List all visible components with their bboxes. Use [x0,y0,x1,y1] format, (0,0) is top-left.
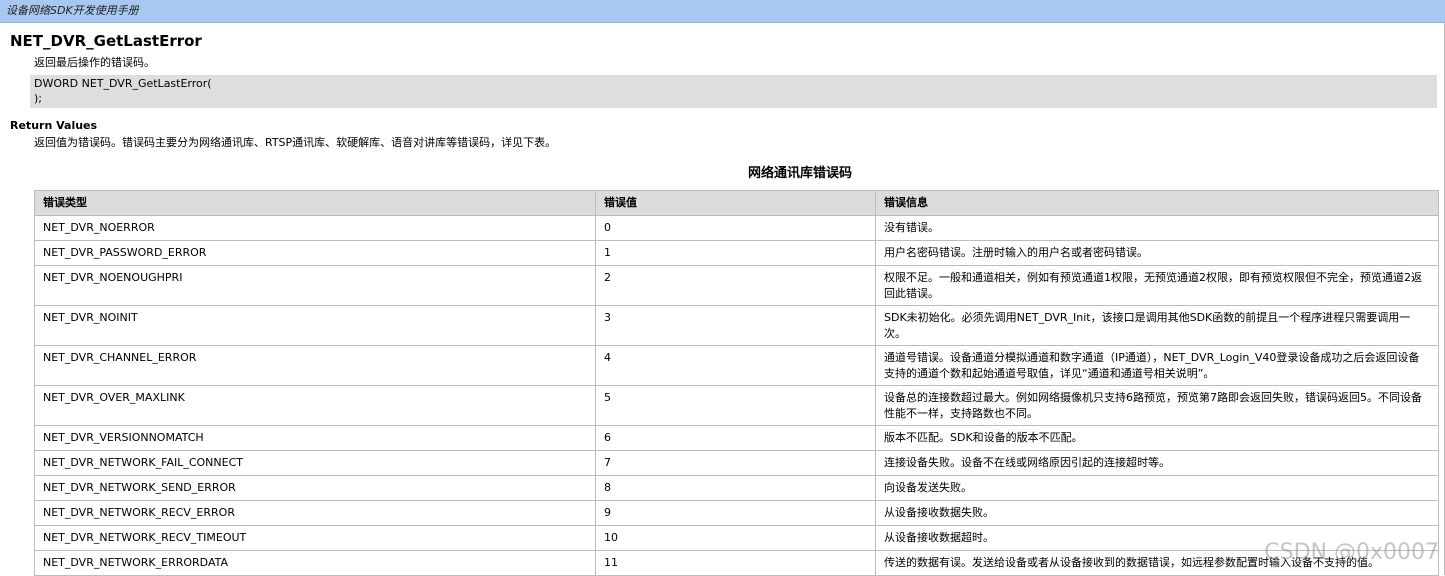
error-type-cell: NET_DVR_VERSIONNOMATCH [34,425,596,451]
error-info-cell: 用户名密码错误。注册时输入的用户名或者密码错误。 [875,240,1439,266]
table-row: NET_DVR_NOENOUGHPRI 2 权限不足。一般和通道相关，例如有预览… [34,265,1439,306]
error-info-cell: SDK未初始化。必须先调用NET_DVR_Init，该接口是调用其他SDK函数的… [875,305,1439,346]
error-info-cell: 没有错误。 [875,215,1439,241]
error-info-cell: 从设备接收数据失败。 [875,500,1439,526]
error-value-cell: 6 [595,425,876,451]
error-value-cell: 10 [595,525,876,551]
column-header-type: 错误类型 [34,190,596,216]
error-type-cell: NET_DVR_NOINIT [34,305,596,346]
table-row: NET_DVR_NETWORK_FAIL_CONNECT 7 连接设备失败。设备… [34,450,1439,476]
error-value-cell: 0 [595,215,876,241]
code-line: DWORD NET_DVR_GetLastError( [34,77,212,90]
error-value-cell: 5 [595,385,876,426]
table-title-wrap: 网络通讯库错误码 [0,162,1445,181]
table-row: NET_DVR_NOERROR 0 没有错误。 [34,215,1439,241]
return-values-heading: Return Values [10,119,98,132]
table-row: NET_DVR_PASSWORD_ERROR 1 用户名密码错误。注册时输入的用… [34,240,1439,266]
column-header-info: 错误信息 [875,190,1439,216]
table-row: NET_DVR_VERSIONNOMATCH 6 版本不匹配。SDK和设备的版本… [34,425,1439,451]
error-value-cell: 8 [595,475,876,501]
error-type-cell: NET_DVR_NETWORK_ERRORDATA [34,550,596,576]
manual-title-bar: 设备网络SDK开发使用手册 [0,0,1445,23]
error-value-cell: 1 [595,240,876,266]
error-value-cell: 3 [595,305,876,346]
manual-title: 设备网络SDK开发使用手册 [6,4,139,17]
error-info-cell: 连接设备失败。设备不在线或网络原因引起的连接超时等。 [875,450,1439,476]
return-values-description: 返回值为错误码。错误码主要分为网络通讯库、RTSP通讯库、软硬解库、语音对讲库等… [34,136,557,149]
function-description: 返回最后操作的错误码。 [34,56,155,69]
error-info-cell: 向设备发送失败。 [875,475,1439,501]
table-header-row: 错误类型 错误值 错误信息 [34,190,1439,216]
error-type-cell: NET_DVR_NETWORK_RECV_ERROR [34,500,596,526]
error-type-cell: NET_DVR_NETWORK_RECV_TIMEOUT [34,525,596,551]
table-row: NET_DVR_OVER_MAXLINK 5 设备总的连接数超过最大。例如网络摄… [34,385,1439,426]
table-title: 网络通讯库错误码 [747,166,852,181]
error-type-cell: NET_DVR_NETWORK_SEND_ERROR [34,475,596,501]
watermark: CSDN @0x0007 [1264,540,1439,565]
error-type-cell: NET_DVR_PASSWORD_ERROR [34,240,596,266]
function-title: NET_DVR_GetLastError [10,32,202,50]
error-value-cell: 11 [595,550,876,576]
error-code-table: 错误类型 错误值 错误信息 NET_DVR_NOERROR 0 没有错误。 NE… [34,190,1439,576]
error-info-cell: 权限不足。一般和通道相关，例如有预览通道1权限，无预览通道2权限，即有预览权限但… [875,265,1439,306]
error-info-cell: 通道号错误。设备通道分模拟通道和数字通道（IP通道），NET_DVR_Login… [875,345,1439,386]
error-type-cell: NET_DVR_OVER_MAXLINK [34,385,596,426]
error-type-cell: NET_DVR_NETWORK_FAIL_CONNECT [34,450,596,476]
error-type-cell: NET_DVR_CHANNEL_ERROR [34,345,596,386]
error-value-cell: 7 [595,450,876,476]
table-row: NET_DVR_NOINIT 3 SDK未初始化。必须先调用NET_DVR_In… [34,305,1439,346]
error-value-cell: 4 [595,345,876,386]
code-block: DWORD NET_DVR_GetLastError( ); [30,75,1437,108]
error-type-cell: NET_DVR_NOENOUGHPRI [34,265,596,306]
table-row: NET_DVR_CHANNEL_ERROR 4 通道号错误。设备通道分模拟通道和… [34,345,1439,386]
column-header-value: 错误值 [595,190,876,216]
table-row: NET_DVR_NETWORK_SEND_ERROR 8 向设备发送失败。 [34,475,1439,501]
code-line: ); [34,92,42,105]
table-row: NET_DVR_NETWORK_RECV_ERROR 9 从设备接收数据失败。 [34,500,1439,526]
error-info-cell: 版本不匹配。SDK和设备的版本不匹配。 [875,425,1439,451]
error-info-cell: 设备总的连接数超过最大。例如网络摄像机只支持6路预览，预览第7路即会返回失败，错… [875,385,1439,426]
error-value-cell: 2 [595,265,876,306]
error-type-cell: NET_DVR_NOERROR [34,215,596,241]
table-row: NET_DVR_NETWORK_ERRORDATA 11 传送的数据有误。发送给… [34,550,1439,576]
error-value-cell: 9 [595,500,876,526]
table-row: NET_DVR_NETWORK_RECV_TIMEOUT 10 从设备接收数据超… [34,525,1439,551]
